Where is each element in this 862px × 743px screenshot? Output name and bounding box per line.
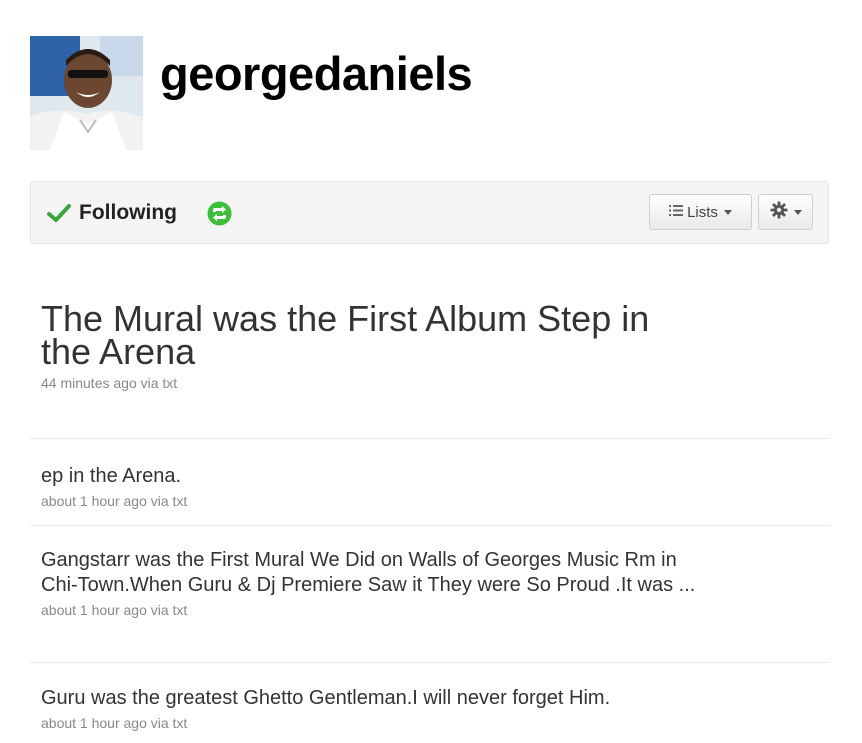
profile-username: georgedaniels	[160, 47, 473, 100]
tweet-item: Gangstarr was the First Mural We Did on …	[30, 526, 830, 663]
tweet-meta[interactable]: about 1 hour ago via txt	[30, 715, 830, 731]
retweet-icon[interactable]	[207, 201, 232, 226]
tweet-text: Gangstarr was the First Mural We Did on …	[41, 549, 696, 596]
tweet-item: ep in the Arena. about 1 hour ago via tx…	[30, 439, 830, 526]
lists-button-label: Lists	[687, 203, 718, 221]
tweet-meta[interactable]: about 1 hour ago via txt	[30, 602, 830, 618]
chevron-down-icon	[793, 209, 802, 215]
tweet-item: Guru was the greatest Ghetto Gentleman.I…	[30, 663, 830, 743]
profile-action-bar: Following Lists	[30, 181, 829, 244]
chevron-down-icon	[723, 209, 732, 215]
check-icon	[47, 203, 71, 223]
tweet-text: Guru was the greatest Ghetto Gentleman.I…	[41, 687, 611, 709]
gear-icon	[770, 201, 788, 223]
tweet-featured: The Mural was the First Album Step in th…	[30, 270, 830, 439]
list-icon	[669, 204, 684, 221]
tweet-meta[interactable]: 44 minutes ago via txt	[30, 375, 830, 391]
tweet-meta[interactable]: about 1 hour ago via txt	[30, 493, 830, 509]
tweet-timeline: The Mural was the First Album Step in th…	[30, 270, 830, 743]
lists-button[interactable]: Lists	[649, 194, 752, 230]
following-label: Following	[79, 201, 177, 224]
following-status[interactable]: Following	[47, 200, 177, 226]
tweet-text: ep in the Arena.	[41, 465, 182, 487]
profile-header: georgedaniels	[30, 36, 830, 150]
settings-menu-button[interactable]	[758, 194, 813, 230]
avatar[interactable]	[30, 36, 143, 150]
tweet-text: The Mural was the First Album Step in th…	[41, 298, 650, 372]
